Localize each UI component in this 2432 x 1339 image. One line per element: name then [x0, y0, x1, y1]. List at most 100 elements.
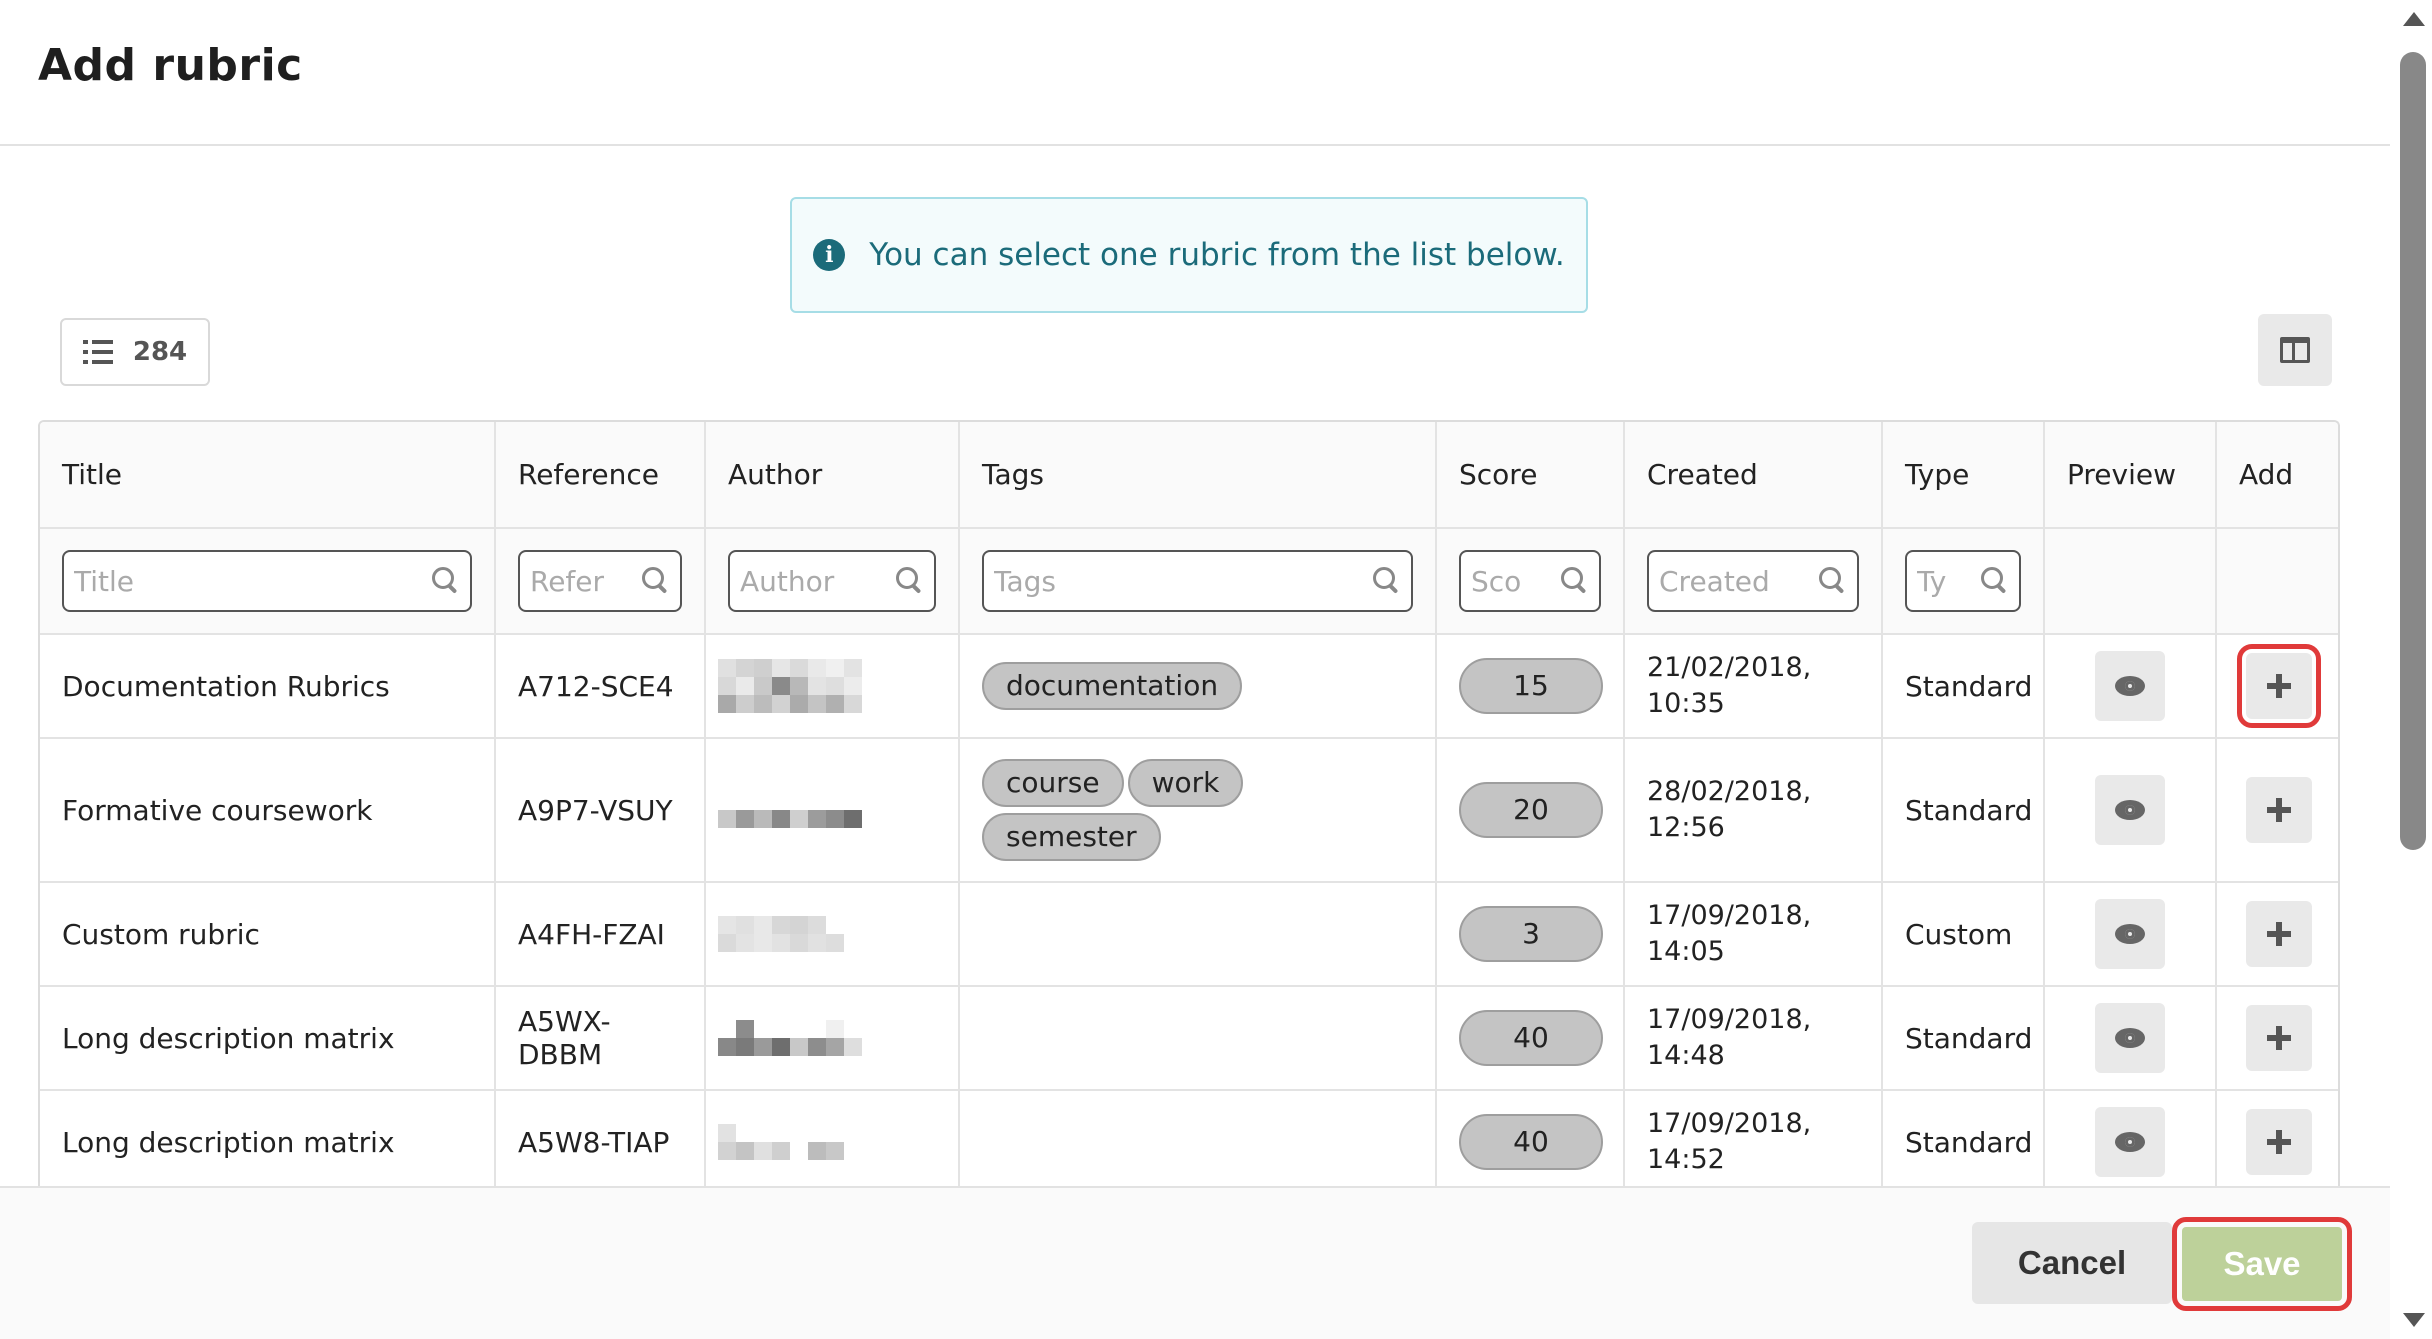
cell-tags: documentation	[959, 634, 1437, 739]
reference-value: A712-SCE4	[518, 669, 674, 703]
column-header-author[interactable]: Author	[705, 422, 960, 529]
score-badge: 40	[1459, 1010, 1603, 1066]
author-filter[interactable]	[728, 550, 936, 612]
rubric-count: 284	[132, 337, 188, 367]
add-rubric-button[interactable]	[2245, 1109, 2312, 1175]
cell-score: 40	[1436, 986, 1625, 1091]
cell-tags	[959, 882, 1437, 987]
cell-type: Standard	[1882, 1090, 2045, 1186]
cell-preview	[2044, 882, 2217, 987]
created-time: 14:48	[1647, 1040, 1725, 1071]
reference-cont: DBBM	[518, 1038, 603, 1071]
cell-add	[2216, 738, 2338, 883]
cell-preview	[2044, 634, 2217, 739]
title-filter-input[interactable]	[64, 564, 470, 598]
column-header-tags[interactable]: Tags	[959, 422, 1437, 529]
table-row: Long description matrix A5W8-TIAP 40 17/…	[40, 1090, 2338, 1186]
column-toggle-button[interactable]	[2258, 314, 2332, 386]
tags-filter-input[interactable]	[984, 564, 1411, 598]
plus-icon	[2266, 1026, 2291, 1050]
columns-icon	[2280, 337, 2310, 363]
info-banner: i You can select one rubric from the lis…	[790, 197, 1588, 313]
column-header-preview: Preview	[2044, 422, 2217, 529]
cell-author	[705, 986, 960, 1091]
plus-icon	[2266, 922, 2291, 946]
score-badge: 20	[1459, 782, 1603, 838]
table-row: Formative coursework A9P7-VSUY course wor…	[40, 738, 2338, 883]
column-header-score[interactable]: Score	[1436, 422, 1625, 529]
author-avatar	[718, 1020, 936, 1056]
preview-button[interactable]	[2095, 775, 2165, 845]
column-header-reference[interactable]: Reference	[495, 422, 706, 529]
info-icon: i	[813, 239, 846, 271]
reference-filter[interactable]	[518, 550, 682, 612]
created-filter[interactable]	[1647, 550, 1859, 612]
preview-button[interactable]	[2095, 1003, 2165, 1073]
eye-icon	[2115, 924, 2145, 944]
cell-created: 17/09/2018, 14:48	[1624, 986, 1883, 1091]
search-icon	[1561, 567, 1587, 593]
preview-button[interactable]	[2095, 899, 2165, 969]
eye-icon	[2115, 800, 2145, 820]
dialog-header: Add rubric	[0, 0, 2390, 146]
type-filter[interactable]	[1905, 550, 2021, 612]
column-header-created[interactable]: Created	[1624, 422, 1883, 529]
column-header-add: Add	[2216, 422, 2338, 529]
preview-button[interactable]	[2095, 651, 2165, 721]
preview-button[interactable]	[2095, 1107, 2165, 1177]
cell-score: 20	[1436, 738, 1625, 883]
cell-title: Formative coursework	[40, 738, 496, 883]
column-header-title[interactable]: Title	[40, 422, 496, 529]
author-avatar	[718, 1124, 936, 1160]
cell-reference: A4FH-FZAI	[495, 882, 706, 987]
reference-value: A4FH-FZAI	[518, 917, 665, 951]
tags-filter[interactable]	[982, 550, 1413, 612]
created-time: 10:35	[1647, 688, 1725, 719]
list-icon	[82, 340, 113, 364]
cell-type: Standard	[1882, 738, 2045, 883]
tag-chip: documentation	[982, 662, 1243, 710]
author-avatar	[718, 659, 936, 713]
score-filter[interactable]	[1459, 550, 1601, 612]
cell-title: Long description matrix	[40, 1090, 496, 1186]
scroll-up-arrow-icon[interactable]	[2403, 12, 2425, 26]
add-rubric-button[interactable]	[2236, 644, 2321, 728]
created-date: 17/09/2018,	[1647, 900, 1812, 931]
cell-created: 21/02/2018, 10:35	[1624, 634, 1883, 739]
rubric-count-button[interactable]: 284	[60, 318, 210, 386]
created-time: 14:52	[1647, 1144, 1725, 1175]
cell-created: 17/09/2018, 14:05	[1624, 882, 1883, 987]
cell-add	[2216, 634, 2338, 739]
cell-created: 17/09/2018, 14:52	[1624, 1090, 1883, 1186]
author-avatar	[718, 792, 936, 828]
scrollbar[interactable]	[2392, 0, 2432, 1339]
search-icon	[642, 567, 668, 593]
cell-title: Documentation Rubrics	[40, 634, 496, 739]
search-icon	[1373, 567, 1399, 593]
search-icon	[1819, 567, 1845, 593]
plus-icon	[2266, 1130, 2291, 1154]
add-rubric-button[interactable]	[2245, 1005, 2312, 1071]
eye-icon	[2115, 676, 2145, 696]
cell-author	[705, 738, 960, 883]
cell-reference: A5W8-TIAP	[495, 1090, 706, 1186]
cell-add	[2216, 882, 2338, 987]
cell-author	[705, 634, 960, 739]
scrollbar-thumb[interactable]	[2400, 52, 2426, 850]
eye-icon	[2115, 1132, 2145, 1152]
column-header-type[interactable]: Type	[1882, 422, 2045, 529]
scroll-down-arrow-icon[interactable]	[2403, 1313, 2425, 1327]
reference-value: A5WX-	[518, 1005, 611, 1038]
add-rubric-button[interactable]	[2245, 901, 2312, 967]
tag-chip: course	[982, 759, 1124, 807]
cell-preview	[2044, 738, 2217, 883]
created-date: 17/09/2018,	[1647, 1004, 1812, 1035]
search-icon	[896, 567, 922, 593]
cell-type: Custom	[1882, 882, 2045, 987]
save-button[interactable]: Save	[2172, 1217, 2352, 1311]
search-icon	[1981, 567, 2007, 593]
cell-type: Standard	[1882, 986, 2045, 1091]
title-filter[interactable]	[62, 550, 472, 612]
add-rubric-button[interactable]	[2245, 777, 2312, 843]
cancel-button[interactable]: Cancel	[1972, 1222, 2172, 1304]
